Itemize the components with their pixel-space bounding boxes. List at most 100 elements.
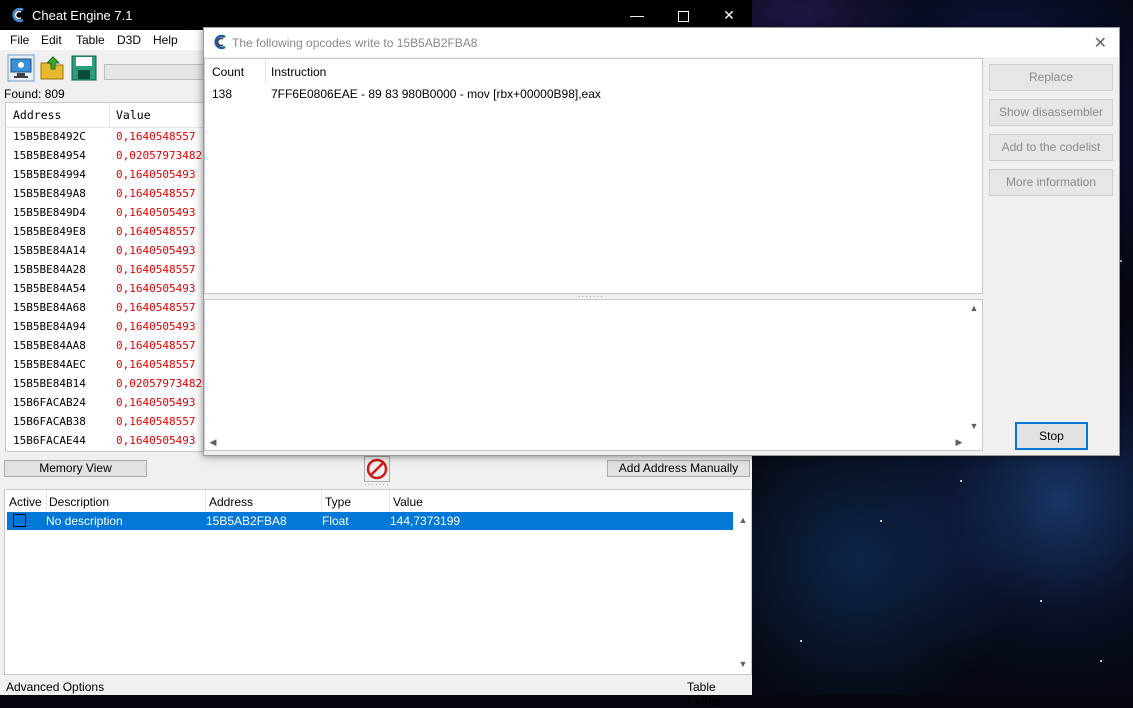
result-row[interactable]: 15B6FACAB24 0,1640505493 xyxy=(6,394,209,413)
result-row[interactable]: 15B5BE84A28 0,1640548557 xyxy=(6,261,209,280)
menu-help[interactable]: Help xyxy=(153,33,178,47)
result-address: 15B6FACAE44 xyxy=(13,434,86,447)
result-row[interactable]: 15B6FACAE44 0,1640505493 xyxy=(6,432,209,451)
result-value: 0,1640548557 xyxy=(116,263,196,276)
select-process-icon[interactable] xyxy=(7,54,35,82)
advanced-options-link[interactable]: Advanced Options xyxy=(6,680,104,694)
more-information-button[interactable]: More information xyxy=(989,169,1113,196)
result-row[interactable]: 15B5BE84954 0,02057973482 xyxy=(6,147,209,166)
result-row[interactable]: 15B5BE84AA8 0,1640548557 xyxy=(6,337,209,356)
clear-list-button[interactable] xyxy=(364,456,390,482)
result-address: 15B5BE84A54 xyxy=(13,282,86,295)
menu-edit[interactable]: Edit xyxy=(41,33,62,47)
result-value: 0,1640548557 xyxy=(116,415,196,428)
result-row[interactable]: 15B6FACAB38 0,1640548557 xyxy=(6,413,209,432)
result-address: 15B5BE849E8 xyxy=(13,225,86,238)
close-button[interactable]: ✕ xyxy=(706,0,752,30)
scroll-down-icon[interactable]: ▼ xyxy=(735,656,751,672)
star xyxy=(1120,260,1122,262)
details-scrollbar[interactable]: ▲ ▼ xyxy=(966,300,982,434)
result-address: 15B6FACAB24 xyxy=(13,396,86,409)
opcode-instruction: 7FF6E0806EAE - 89 83 980B0000 - mov [rbx… xyxy=(271,87,601,101)
minimize-button[interactable]: — xyxy=(614,0,660,30)
results-col-value[interactable]: Value xyxy=(116,108,151,122)
result-row[interactable]: 15B5BE84A68 0,1640548557 xyxy=(6,299,209,318)
address-table-scrollbar[interactable]: ▲ ▼ xyxy=(735,512,751,672)
result-value: 0,1640505493 xyxy=(116,244,196,257)
column-divider xyxy=(389,490,390,511)
column-divider xyxy=(109,103,110,127)
result-address: 15B5BE849D4 xyxy=(13,206,86,219)
result-value: 0,1640505493 xyxy=(116,282,196,295)
col-type[interactable]: Type xyxy=(325,495,351,509)
opcode-list[interactable]: Count Instruction 138 7FF6E0806EAE - 89 … xyxy=(204,58,983,294)
splitter-handle[interactable]: ······· xyxy=(364,480,390,489)
result-address: 15B5BE84B14 xyxy=(13,377,86,390)
result-address: 15B5BE84954 xyxy=(13,149,86,162)
col-description[interactable]: Description xyxy=(49,495,109,509)
result-value: 0,02057973482 xyxy=(116,377,203,390)
show-disassembler-button[interactable]: Show disassembler xyxy=(989,99,1113,126)
col-value[interactable]: Value xyxy=(393,495,423,509)
result-address: 15B5BE84AEC xyxy=(13,358,86,371)
result-row[interactable]: 15B5BE84A14 0,1640505493 xyxy=(6,242,209,261)
result-value: 0,1640548557 xyxy=(116,225,196,238)
result-row[interactable]: 15B5BE8492C 0,1640548557 xyxy=(6,128,209,147)
scroll-up-icon[interactable]: ▲ xyxy=(966,300,982,316)
scan-results-list[interactable]: Address Value 15B5BE8492C 0,1640548557 15B… xyxy=(5,102,210,452)
scroll-down-icon[interactable]: ▼ xyxy=(966,418,982,434)
details-hscrollbar[interactable]: ◀ ▶ xyxy=(205,434,967,450)
col-instruction[interactable]: Instruction xyxy=(271,65,326,79)
maximize-icon xyxy=(677,10,689,22)
add-address-manually-button[interactable]: Add Address Manually xyxy=(607,460,750,477)
result-address: 15B5BE84AA8 xyxy=(13,339,86,352)
col-count[interactable]: Count xyxy=(212,65,244,79)
result-row[interactable]: 15B5BE849A8 0,1640548557 xyxy=(6,185,209,204)
opcodes-dialog: The following opcodes write to 15B5AB2FB… xyxy=(203,27,1120,456)
cheat-engine-logo-icon xyxy=(214,34,226,50)
star xyxy=(880,520,882,522)
result-row[interactable]: 15B5BE84994 0,1640505493 xyxy=(6,166,209,185)
result-row[interactable]: 15B5BE84B14 0,02057973482 xyxy=(6,375,209,394)
menu-d3d[interactable]: D3D xyxy=(117,33,141,47)
cheat-engine-logo-icon xyxy=(12,7,24,23)
scroll-right-icon[interactable]: ▶ xyxy=(951,434,967,450)
address-table[interactable]: Active Description Address Type Value No… xyxy=(4,489,752,675)
result-row[interactable]: 15B5BE84A94 0,1640505493 xyxy=(6,318,209,337)
result-address: 15B5BE84A94 xyxy=(13,320,86,333)
result-row[interactable]: 15B5BE849E8 0,1640548557 xyxy=(6,223,209,242)
table-row[interactable]: No description 15B5AB2FBA8 Float 144,737… xyxy=(7,512,733,530)
stop-button[interactable]: Stop xyxy=(1015,422,1088,450)
result-address: 15B5BE84A14 xyxy=(13,244,86,257)
result-row[interactable]: 15B5BE849D4 0,1640505493 xyxy=(6,204,209,223)
result-address: 15B5BE8492C xyxy=(13,130,86,143)
maximize-button[interactable] xyxy=(660,0,706,30)
result-value: 0,1640548557 xyxy=(116,130,196,143)
star xyxy=(1100,660,1102,662)
scroll-left-icon[interactable]: ◀ xyxy=(205,434,221,450)
menu-table[interactable]: Table xyxy=(76,33,105,47)
instruction-details-box[interactable]: ▲ ▼ ◀ ▶ xyxy=(204,299,983,451)
result-value: 0,1640505493 xyxy=(116,396,196,409)
star xyxy=(800,640,802,642)
menu-file[interactable]: File xyxy=(10,33,29,47)
no-entry-icon xyxy=(366,458,388,480)
result-value: 0,1640548557 xyxy=(116,187,196,200)
open-file-icon[interactable] xyxy=(39,54,67,82)
save-icon[interactable] xyxy=(70,54,98,82)
column-divider xyxy=(265,59,266,83)
col-address[interactable]: Address xyxy=(209,495,253,509)
row-address: 15B5AB2FBA8 xyxy=(206,514,287,528)
add-to-codelist-button[interactable]: Add to the codelist xyxy=(989,134,1113,161)
dialog-close-icon[interactable]: ✕ xyxy=(1094,33,1107,53)
result-row[interactable]: 15B5BE84AEC 0,1640548557 xyxy=(6,356,209,375)
table-extras-link[interactable]: Table Extras xyxy=(687,680,752,708)
results-col-address[interactable]: Address xyxy=(13,108,61,122)
col-active[interactable]: Active xyxy=(9,495,42,509)
result-row[interactable]: 15B5BE84A54 0,1640505493 xyxy=(6,280,209,299)
active-checkbox[interactable] xyxy=(13,514,26,527)
dialog-title-bar: The following opcodes write to 15B5AB2FB… xyxy=(204,28,1119,57)
replace-button[interactable]: Replace xyxy=(989,64,1113,91)
memory-view-button[interactable]: Memory View xyxy=(4,460,147,477)
scroll-up-icon[interactable]: ▲ xyxy=(735,512,751,528)
